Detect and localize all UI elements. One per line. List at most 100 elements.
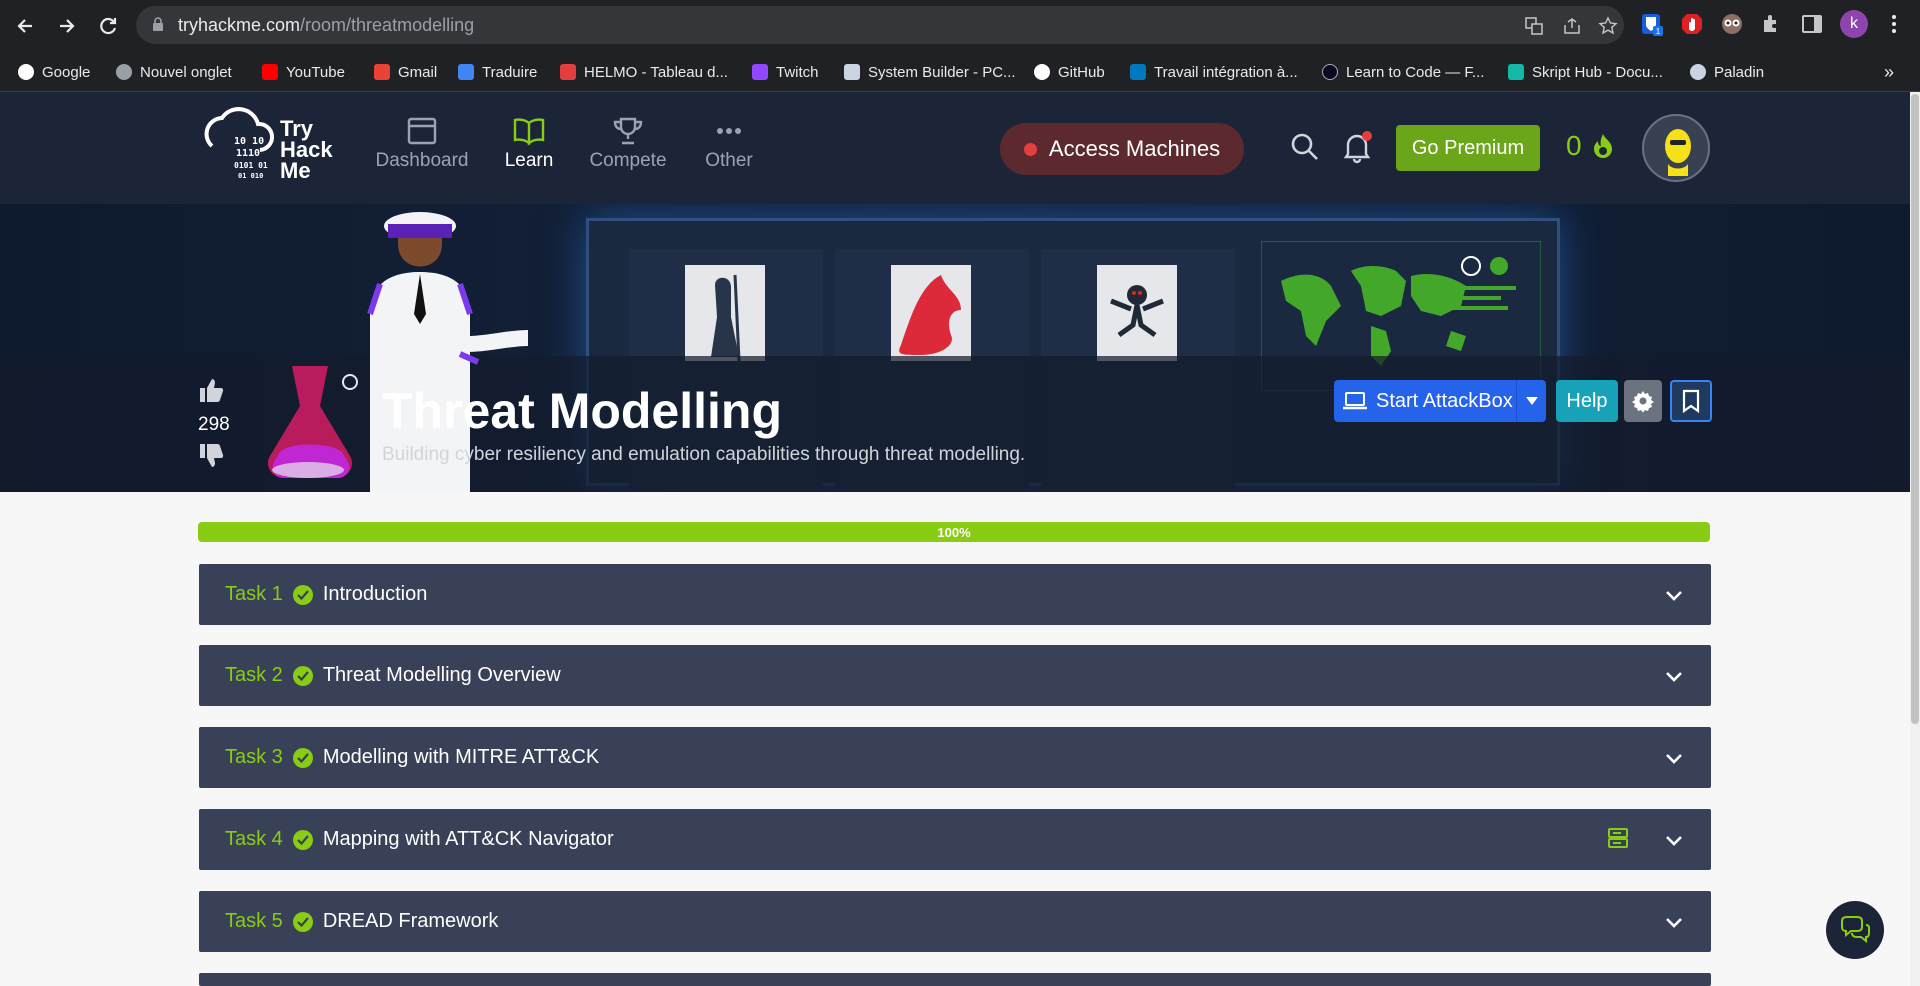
downvote-thumb-icon[interactable]: [196, 442, 224, 475]
google-icon: [18, 64, 34, 80]
chevron-down-icon[interactable]: [1665, 913, 1683, 931]
bookmark-skript-hub[interactable]: Skript Hub - Docu...: [1508, 60, 1663, 84]
svg-text:0101 01: 0101 01: [234, 161, 268, 170]
bookmark-paladin[interactable]: Paladin: [1690, 60, 1764, 84]
bookmark-google[interactable]: Google: [18, 60, 90, 84]
streak-counter[interactable]: 0: [1566, 130, 1618, 162]
room-banner: 298 Threat Modelling Building cyber resi…: [0, 204, 1910, 492]
task-row[interactable]: Task 3 Modelling with MITRE ATT&CK: [199, 727, 1711, 788]
bookmark-github[interactable]: GitHub: [1034, 60, 1105, 84]
dashboard-icon: [407, 117, 437, 145]
completed-check-icon: [292, 747, 313, 768]
chat-support-icon[interactable]: [1826, 901, 1884, 959]
nav-learn[interactable]: Learn: [494, 116, 564, 172]
svg-text:01 010: 01 010: [238, 172, 263, 180]
chevron-down-icon[interactable]: [1665, 586, 1683, 604]
upvote-thumb-icon[interactable]: [196, 376, 224, 409]
bookmark-twitch[interactable]: Twitch: [752, 60, 819, 84]
completed-check-icon: [292, 584, 313, 605]
forward-arrow-icon[interactable]: [50, 10, 82, 42]
task-row[interactable]: Task 5 DREAD Framework: [199, 891, 1711, 952]
task-title: DREAD Framework: [322, 910, 499, 932]
bookmark-room-icon[interactable]: [1670, 380, 1712, 422]
chevron-down-icon[interactable]: [1665, 749, 1683, 767]
task-title: Threat Modelling Overview: [322, 664, 561, 686]
task-title: Introduction: [322, 583, 428, 605]
more-bookmarks-chevron-icon[interactable]: »: [1884, 60, 1894, 84]
svg-text:1: 1: [1656, 27, 1661, 36]
bookmark-youtube[interactable]: YouTube: [262, 60, 345, 84]
scrollbar-thumb[interactable]: [1911, 94, 1919, 724]
page-scrollbar[interactable]: [1910, 92, 1920, 986]
profile-avatar[interactable]: k: [1840, 10, 1868, 38]
adblock-extension-icon[interactable]: [1680, 12, 1704, 36]
reaper-icon: [711, 274, 741, 362]
bookmark-helmo[interactable]: HELMO - Tableau d...: [560, 60, 728, 84]
bookmark-system-builder[interactable]: System Builder - PC...: [844, 60, 1016, 84]
nav-dashboard[interactable]: Dashboard: [372, 116, 472, 172]
share-icon[interactable]: [1562, 16, 1582, 36]
bookmark-trello[interactable]: Travail intégration à...: [1130, 60, 1298, 84]
dragon-icon: [899, 275, 961, 355]
paladin-icon: [1690, 64, 1706, 80]
task-row[interactable]: Task 2 Threat Modelling Overview: [199, 645, 1711, 706]
menu-kebab-icon[interactable]: [1882, 12, 1906, 36]
back-arrow-icon[interactable]: [10, 10, 42, 42]
side-panel-icon[interactable]: [1800, 12, 1824, 36]
nav-other[interactable]: Other: [694, 116, 764, 172]
translate-icon: [458, 64, 474, 80]
status-dot-icon: [1023, 142, 1037, 156]
help-button[interactable]: Help: [1556, 380, 1618, 422]
completed-check-icon: [292, 665, 313, 686]
tryhackme-logo[interactable]: 10 10 1110 0101 01 01 010 Try Hack Me: [198, 106, 348, 190]
bookmark-new-tab[interactable]: Nouvel onglet: [116, 60, 232, 84]
room-icon-potion: [267, 366, 358, 478]
bitwarden-extension-icon[interactable]: 1: [1640, 12, 1664, 36]
browser-toolbar: tryhackme.com/room/threatmodelling 1 k: [0, 0, 1920, 52]
notification-bell-icon[interactable]: [1340, 130, 1374, 164]
trophy-icon: [613, 117, 643, 145]
translate-icon[interactable]: [1524, 16, 1544, 36]
bookmark-translate[interactable]: Traduire: [458, 60, 537, 84]
url-text: tryhackme.com/room/threatmodelling: [178, 15, 475, 35]
freecodecamp-icon: [1322, 64, 1338, 80]
twitch-icon: [752, 64, 768, 80]
user-avatar[interactable]: [1642, 114, 1710, 182]
star-icon[interactable]: [1598, 16, 1618, 36]
helmo-icon: [560, 64, 576, 80]
task-title: Modelling with MITRE ATT&CK: [322, 746, 600, 768]
room-subtitle: Building cyber resiliency and emulation …: [382, 444, 1026, 465]
bookmark-gmail[interactable]: Gmail: [374, 60, 437, 84]
task-number: Task 1: [225, 583, 283, 605]
reload-icon[interactable]: [92, 10, 124, 42]
start-attackbox-main[interactable]: Start AttackBox: [1334, 390, 1516, 413]
start-attackbox-button[interactable]: Start AttackBox: [1334, 380, 1546, 422]
svg-text:10 10: 10 10: [234, 136, 264, 147]
task-title: Mapping with ATT&CK Navigator: [322, 828, 614, 850]
address-bar[interactable]: tryhackme.com/room/threatmodelling: [136, 6, 1624, 44]
go-premium-button[interactable]: Go Premium: [1396, 125, 1540, 171]
room-progress-bar: 100%: [198, 522, 1710, 542]
chevron-down-icon[interactable]: [1665, 667, 1683, 685]
owl-extension-icon[interactable]: [1720, 12, 1744, 36]
server-stack-icon[interactable]: [1607, 827, 1629, 849]
bookmark-freecodecamp[interactable]: Learn to Code — F...: [1322, 60, 1484, 84]
task-number: Task 3: [225, 746, 283, 768]
search-icon[interactable]: [1288, 130, 1322, 164]
access-machines-button[interactable]: Access Machines: [1000, 123, 1244, 175]
progress-fill: 100%: [198, 522, 1710, 542]
task-row[interactable]: Task 4 Mapping with ATT&CK Navigator: [199, 809, 1711, 870]
book-icon: [513, 118, 545, 146]
task-row[interactable]: Task 1 Introduction: [199, 564, 1711, 625]
chevron-down-icon[interactable]: [1665, 831, 1683, 849]
settings-gear-icon[interactable]: [1624, 380, 1662, 422]
attackbox-dropdown-caret-icon[interactable]: [1516, 380, 1546, 422]
globe-icon: [116, 64, 132, 80]
puzzle-extensions-icon[interactable]: [1760, 12, 1784, 36]
laptop-icon: [1343, 392, 1367, 410]
nav-compete[interactable]: Compete: [584, 116, 672, 172]
flame-icon: [1593, 134, 1612, 158]
task-row-partial[interactable]: [199, 973, 1711, 986]
gmail-icon: [374, 64, 390, 80]
vote-count: 298: [198, 414, 230, 435]
